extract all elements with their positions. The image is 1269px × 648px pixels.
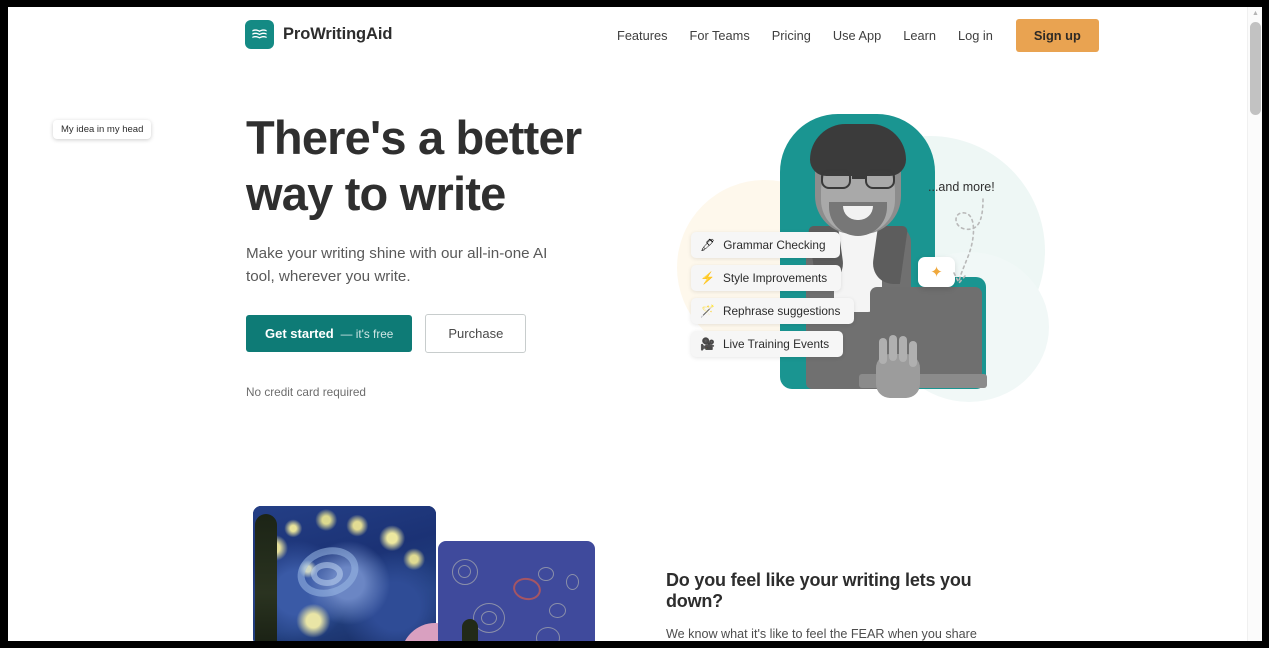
page-content: ProWritingAid Features For Teams Pricing… bbox=[8, 7, 1247, 641]
nav-item-learn[interactable]: Learn bbox=[892, 21, 947, 50]
main-navigation: Features For Teams Pricing Use App Learn… bbox=[606, 19, 1099, 52]
lower-section-copy: Do you feel like your writing lets you d… bbox=[666, 570, 1016, 641]
hero-title: There's a better way to write bbox=[246, 111, 582, 220]
nav-item-features[interactable]: Features bbox=[606, 21, 679, 50]
starry-card-caption: My idea in my head bbox=[53, 120, 152, 139]
doodle-spiral bbox=[538, 567, 554, 581]
lower-section-body: We know what it's like to feel the FEAR … bbox=[666, 627, 977, 641]
starry-night-image-card bbox=[253, 506, 436, 641]
browser-window-frame: ProWritingAid Features For Teams Pricing… bbox=[0, 0, 1269, 648]
hero-feature-card-list: 🖋 Grammar Checking ⚡ Style Improvements … bbox=[691, 232, 855, 357]
person-hand bbox=[876, 335, 920, 398]
finger bbox=[909, 341, 917, 367]
site-header: ProWritingAid Features For Teams Pricing… bbox=[8, 7, 1247, 64]
curly-dotted-arrow-icon bbox=[953, 198, 984, 285]
get-started-note: — it's free bbox=[340, 327, 394, 341]
nav-item-use-app[interactable]: Use App bbox=[822, 21, 892, 50]
vertical-scrollbar[interactable]: ▲ bbox=[1247, 7, 1262, 641]
doodle-image-card bbox=[438, 541, 595, 641]
quill-pen-icon: 🖋 bbox=[700, 238, 716, 252]
doodle-spiral bbox=[481, 611, 497, 625]
brand-name: ProWritingAid bbox=[283, 25, 393, 43]
cypress-tree-shape bbox=[255, 514, 277, 641]
feature-card-style-improvements: ⚡ Style Improvements bbox=[691, 265, 842, 291]
nav-item-for-teams[interactable]: For Teams bbox=[679, 21, 761, 50]
prowritingaid-book-logo-icon bbox=[245, 20, 274, 49]
lightning-bolt-icon: ⚡ bbox=[700, 271, 715, 285]
nav-item-log-in[interactable]: Log in bbox=[947, 21, 1004, 50]
doodle-spiral bbox=[536, 627, 560, 641]
scrollbar-up-arrow-icon[interactable]: ▲ bbox=[1248, 7, 1262, 21]
nav-item-pricing[interactable]: Pricing bbox=[761, 21, 822, 50]
sign-up-button[interactable]: Sign up bbox=[1015, 19, 1099, 52]
no-credit-card-note: No credit card required bbox=[246, 385, 366, 399]
hero-illustration: ✦ 🖋 Grammar Checking ⚡ Style Improvement… bbox=[663, 102, 1063, 407]
finger bbox=[879, 338, 887, 364]
glasses-bridge bbox=[852, 176, 865, 179]
hero-cta-group: Get started — it's free Purchase bbox=[246, 314, 606, 353]
lower-section-title: Do you feel like your writing lets you d… bbox=[666, 570, 972, 611]
feature-card-label: Live Training Events bbox=[722, 337, 830, 351]
hero-copy: There's a better way to write Make your … bbox=[246, 110, 606, 399]
eyeglasses-icon bbox=[819, 169, 897, 189]
video-camera-icon: 🎥 bbox=[700, 337, 715, 351]
get-started-label: Get started bbox=[265, 326, 334, 341]
doodle-spiral bbox=[549, 603, 566, 618]
page-viewport: ProWritingAid Features For Teams Pricing… bbox=[8, 7, 1262, 641]
starry-swirl-inner bbox=[311, 562, 343, 586]
finger bbox=[899, 336, 907, 362]
purchase-button[interactable]: Purchase bbox=[425, 314, 527, 353]
feature-card-grammar-checking: 🖋 Grammar Checking bbox=[691, 232, 840, 258]
doodle-spiral-red bbox=[511, 575, 543, 603]
brand-logo[interactable]: ProWritingAid bbox=[245, 20, 392, 49]
hero-subtitle: Make your writing shine with our all-in-… bbox=[246, 245, 548, 285]
feature-card-label: Style Improvements bbox=[722, 271, 828, 285]
finger bbox=[889, 335, 897, 361]
feature-card-label: Grammar Checking bbox=[723, 238, 826, 252]
feature-card-live-training-events: 🎥 Live Training Events bbox=[691, 331, 844, 357]
and-more-annotation: ...and more! bbox=[928, 180, 995, 194]
doodle-spiral bbox=[458, 565, 471, 578]
scrollbar-thumb[interactable] bbox=[1250, 22, 1261, 115]
doodle-spiral bbox=[566, 574, 579, 590]
get-started-button[interactable]: Get started — it's free bbox=[246, 315, 413, 352]
magic-wand-icon: 🪄 bbox=[700, 304, 715, 318]
feature-card-label: Rephrase suggestions bbox=[722, 304, 841, 318]
glasses-lens-right bbox=[865, 169, 895, 189]
feature-card-rephrase-suggestions: 🪄 Rephrase suggestions bbox=[691, 298, 855, 324]
glasses-lens-left bbox=[821, 169, 851, 189]
doodle-cypress-shape bbox=[462, 619, 478, 641]
